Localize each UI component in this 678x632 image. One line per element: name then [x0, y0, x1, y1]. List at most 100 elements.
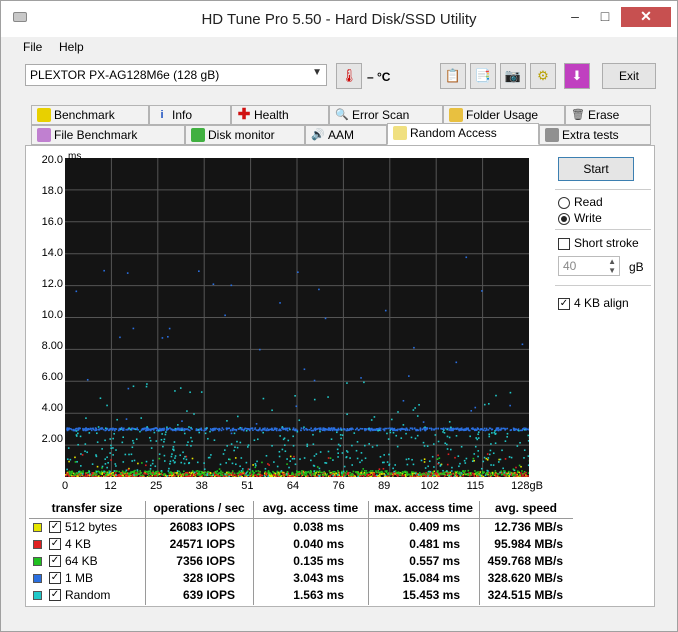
point-1-mb: [316, 428, 319, 430]
point-64-kb: [261, 461, 263, 464]
series-checkbox[interactable]: ✓: [49, 521, 61, 533]
point-random: [155, 440, 158, 442]
series-checkbox[interactable]: ✓: [49, 538, 61, 550]
point-random: [113, 432, 115, 435]
drive-select[interactable]: PLEXTOR PX-AG128M6e (128 gB) ▼: [25, 64, 327, 86]
point-random: [356, 457, 359, 460]
tab-error-scan[interactable]: 🔍 Error Scan: [329, 105, 443, 125]
tab-info[interactable]: i Info: [149, 105, 231, 125]
point-64-kb: [303, 474, 306, 476]
tab-health[interactable]: ✚ Health: [231, 105, 329, 125]
point-4-kb: [382, 467, 385, 470]
tab-random-access[interactable]: Random Access: [387, 123, 539, 145]
point-random: [388, 453, 390, 456]
write-radio[interactable]: Write: [558, 211, 602, 225]
point-64-kb: [469, 473, 472, 476]
point-random: [145, 385, 148, 388]
series-checkbox[interactable]: ✓: [49, 555, 61, 567]
point-random: [490, 464, 492, 466]
options-gear-icon[interactable]: ⚙: [530, 63, 556, 89]
series-color-swatch: [33, 523, 42, 532]
menu-help[interactable]: Help: [59, 40, 84, 54]
point-random: [245, 429, 248, 432]
tab-disk-monitor[interactable]: Disk monitor: [185, 125, 305, 145]
point-random: [148, 436, 151, 439]
point-512-bytes: [315, 472, 318, 474]
point-random: [133, 459, 136, 462]
point-1-mb: [345, 429, 348, 432]
align-checkbox[interactable]: ✓ 4 KB align: [558, 296, 629, 310]
tab-aam[interactable]: 🔊 AAM: [305, 125, 387, 145]
point-64-kb: [264, 470, 267, 473]
magnifier-icon: 🔍: [335, 109, 349, 121]
point-random: [474, 445, 477, 448]
tab-label: Folder Usage: [466, 108, 539, 122]
point-random: [506, 432, 509, 435]
point-64-kb: [365, 470, 368, 472]
point-1-mb: [465, 427, 468, 430]
point-64-kb: [506, 474, 509, 476]
copy-all-icon[interactable]: 📑: [470, 63, 496, 89]
point-64-kb: [276, 470, 279, 473]
point-1-mb: [364, 429, 366, 432]
point-512-bytes: [137, 462, 139, 465]
point-random: [527, 434, 530, 437]
minimize-button[interactable]: –: [561, 7, 589, 27]
save-download-icon[interactable]: ⬇: [564, 63, 590, 89]
point-4-kb: [113, 473, 116, 476]
point-1-mb: [241, 427, 243, 429]
thermometer-icon[interactable]: 🌡: [336, 63, 362, 89]
read-radio[interactable]: Read: [558, 195, 603, 209]
point-1-mb: [94, 427, 97, 429]
point-64-kb: [477, 474, 480, 476]
point-64-kb: [522, 472, 524, 475]
point-1-mb: [161, 337, 164, 339]
tab-extra-tests[interactable]: Extra tests: [539, 125, 651, 145]
point-1-mb: [416, 429, 419, 432]
menu-file[interactable]: File: [23, 40, 42, 54]
maximize-button[interactable]: □: [591, 7, 619, 27]
start-button[interactable]: Start: [558, 157, 634, 181]
point-random: [357, 475, 359, 478]
series-checkbox[interactable]: ✓: [49, 572, 61, 584]
screenshot-camera-icon[interactable]: 📷: [500, 63, 526, 89]
tab-benchmark[interactable]: Benchmark: [31, 105, 149, 125]
point-random: [166, 475, 169, 477]
short-stroke-spinner[interactable]: 40 ▲ ▼: [558, 256, 620, 276]
point-random: [427, 465, 429, 468]
copy-info-icon[interactable]: 📋: [440, 63, 466, 89]
point-random: [168, 467, 170, 470]
point-random: [389, 431, 392, 434]
point-64-kb: [410, 474, 413, 476]
temperature-readout: – °C: [367, 70, 391, 84]
point-1-mb: [327, 427, 330, 429]
point-random: [484, 474, 487, 477]
point-random: [518, 429, 520, 432]
close-button[interactable]: ✕: [621, 7, 671, 27]
tab-erase[interactable]: 🗑 Erase: [565, 105, 651, 125]
avg-access-value: 3.043 ms: [293, 571, 344, 585]
point-1-mb: [484, 429, 487, 432]
tab-file-benchmark[interactable]: File Benchmark: [31, 125, 185, 145]
point-random: [516, 445, 519, 447]
point-4-kb: [125, 473, 128, 475]
point-512-bytes: [473, 459, 475, 462]
point-64-kb: [297, 474, 300, 476]
point-random: [226, 445, 229, 447]
point-64-kb: [519, 473, 521, 476]
point-64-kb: [221, 471, 224, 474]
series-checkbox[interactable]: ✓: [49, 589, 61, 601]
tab-folder-usage[interactable]: Folder Usage: [443, 105, 565, 125]
point-512-bytes: [96, 465, 99, 468]
point-1-mb: [280, 429, 282, 432]
tab-label: Info: [172, 108, 193, 122]
point-random: [85, 417, 87, 419]
short-stroke-checkbox[interactable]: Short stroke: [558, 236, 639, 250]
y-tick-label: 4.00: [41, 402, 63, 414]
point-64-kb: [69, 474, 72, 476]
point-random: [77, 443, 79, 446]
exit-button[interactable]: Exit: [602, 63, 656, 89]
point-random: [349, 457, 351, 459]
spinner-arrows-icon[interactable]: ▲ ▼: [608, 257, 616, 275]
point-64-kb: [305, 472, 307, 475]
